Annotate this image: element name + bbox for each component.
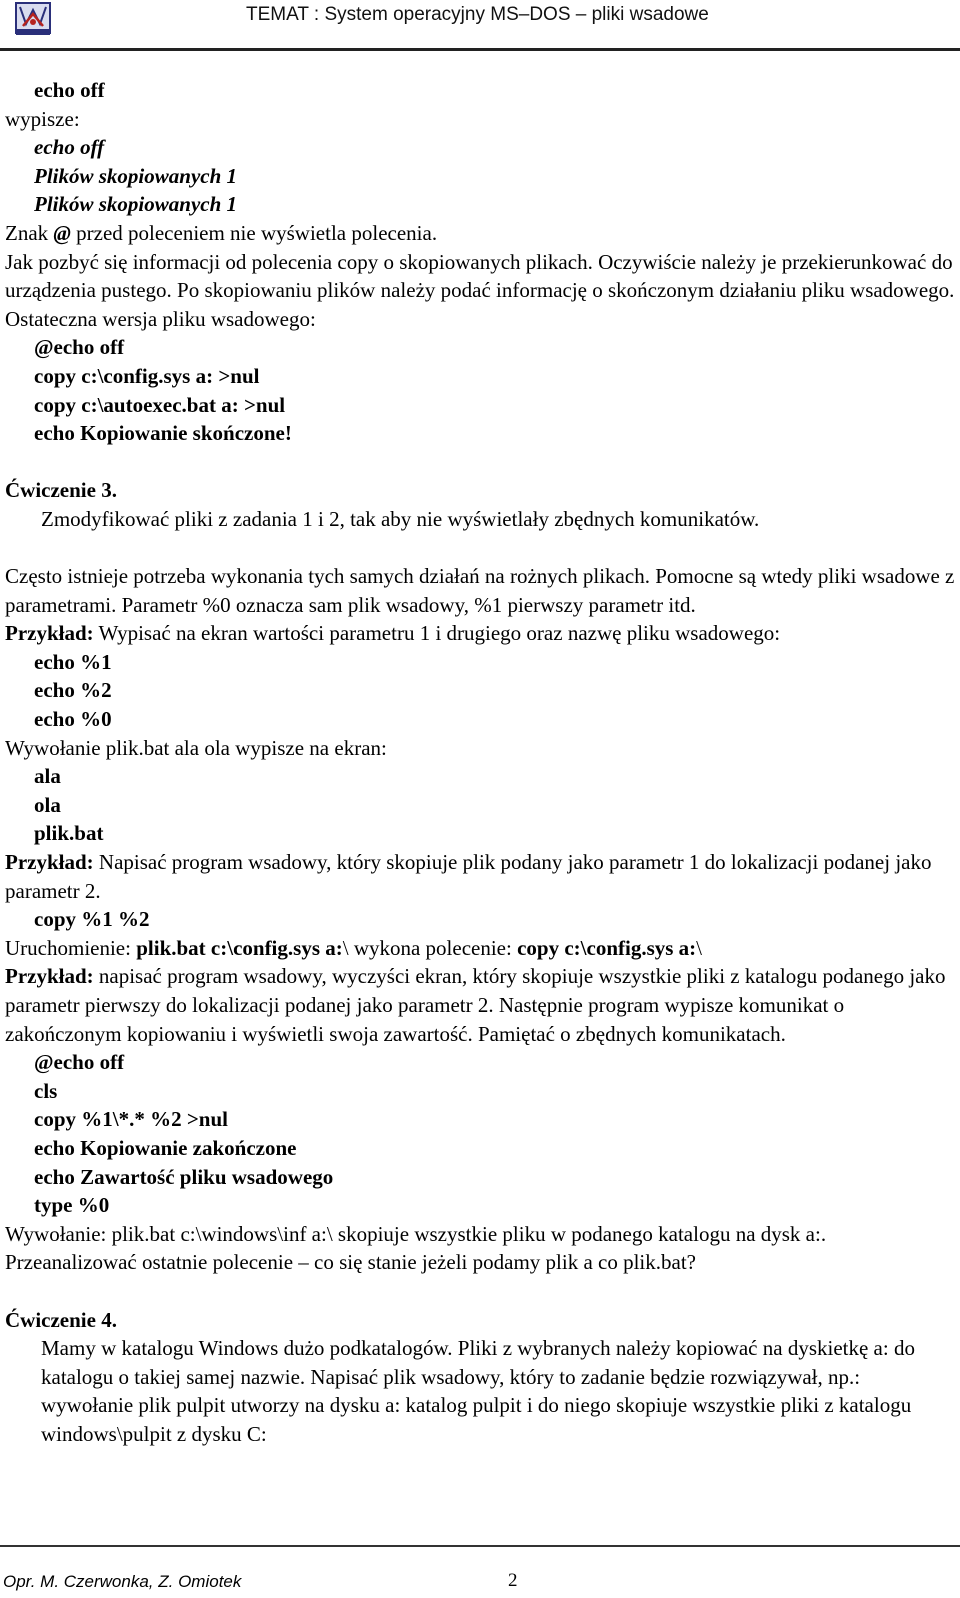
- text-run: napisać program wsadowy, wyczyści ekran,…: [5, 964, 946, 1046]
- code-line: copy c:\config.sys a: >nul: [34, 363, 260, 388]
- code-line: copy c:\autoexec.bat a: >nul: [34, 392, 286, 417]
- paragraph: Jak pozbyć się informacji od polecenia c…: [5, 249, 955, 331]
- text-run: \: [696, 935, 703, 960]
- code-line: cls: [34, 1078, 58, 1103]
- code-line: copy %1 %2: [34, 907, 150, 932]
- code-line: @echo off: [34, 1050, 125, 1075]
- header-divider: [0, 48, 960, 51]
- school-crest-icon: [15, 2, 51, 35]
- example-label: Przykład:: [5, 850, 94, 875]
- paragraph: Wywołanie: plik.bat c:\windows\inf a:\ s…: [5, 1221, 827, 1275]
- exercise-text: Zmodyfikować pliki z zadania 1 i 2, tak …: [41, 506, 760, 531]
- code-line: echo %0: [34, 707, 112, 732]
- code-line: echo off: [34, 78, 105, 102]
- code-line: echo %1: [34, 649, 112, 674]
- example-label: Przykład:: [5, 964, 94, 989]
- inline-code: copy c:\config.sys a:: [517, 935, 697, 960]
- text-run: Wypisać na ekran wartości parametru 1 i …: [93, 621, 781, 646]
- output-line: ola: [34, 792, 61, 817]
- code-line: echo Kopiowanie zakończone: [34, 1135, 297, 1160]
- page-header: TEMAT : System operacyjny MS–DOS – pliki…: [0, 0, 960, 50]
- exercise-heading: Ćwiczenie 4.: [5, 1307, 117, 1332]
- text-run: przed poleceniem nie wyświetla polecenia…: [70, 220, 438, 245]
- page-number: 2: [508, 1570, 518, 1591]
- code-line: echo %2: [34, 678, 112, 703]
- header-title: TEMAT : System operacyjny MS–DOS – pliki…: [246, 4, 709, 25]
- code-line: echo Zawartość pliku wsadowego: [34, 1164, 334, 1189]
- paragraph: Przykład: napisać program wsadowy, wyczy…: [5, 962, 955, 1048]
- code-line: type %0: [34, 1193, 110, 1218]
- text-run: Uruchomienie:: [5, 935, 137, 960]
- code-line: echo Kopiowanie skończone!: [34, 421, 292, 446]
- paragraph: Znak @ przed poleceniem nie wyświetla po…: [5, 219, 955, 248]
- output-line: Plików skopiowanych 1: [34, 163, 238, 188]
- output-line: plik.bat: [34, 821, 104, 846]
- paragraph: Przykład: Wypisać na ekran wartości para…: [5, 619, 955, 648]
- code-line: copy %1\*.* %2 >nul: [34, 1107, 228, 1132]
- code-line: @echo off: [34, 335, 125, 360]
- document-body: echo off wypisze: echo off Plików skopio…: [5, 76, 955, 1449]
- paragraph: Wywołanie plik.bat ala ola wypisze na ek…: [5, 735, 387, 760]
- exercise-heading: Ćwiczenie 3.: [5, 478, 117, 503]
- at-symbol: @: [53, 220, 71, 245]
- text-run: Napisać program wsadowy, który skopiuje …: [5, 850, 932, 903]
- output-line: echo off: [34, 135, 105, 160]
- paragraph: Uruchomienie: plik.bat c:\config.sys a:\…: [5, 934, 955, 963]
- paragraph: wypisze:: [5, 106, 80, 131]
- document-page: TEMAT : System operacyjny MS–DOS – pliki…: [0, 0, 960, 1598]
- inline-code: plik.bat c:\config.sys a:: [136, 935, 343, 960]
- text-run: \ wykona polecenie:: [342, 935, 518, 960]
- exercise-text: Mamy w katalogu Windows dużo podkatalogó…: [41, 1336, 915, 1446]
- paragraph: Często istnieje potrzeba wykonania tych …: [5, 564, 955, 617]
- footer-divider: [0, 1545, 960, 1547]
- footer-authors: Opr. M. Czerwonka, Z. Omiotek: [3, 1572, 242, 1591]
- output-line: Plików skopiowanych 1: [34, 192, 238, 217]
- paragraph: Przykład: Napisać program wsadowy, który…: [5, 848, 955, 905]
- example-label: Przykład:: [5, 621, 94, 646]
- output-line: ala: [34, 764, 61, 789]
- text-run: Znak: [5, 220, 54, 245]
